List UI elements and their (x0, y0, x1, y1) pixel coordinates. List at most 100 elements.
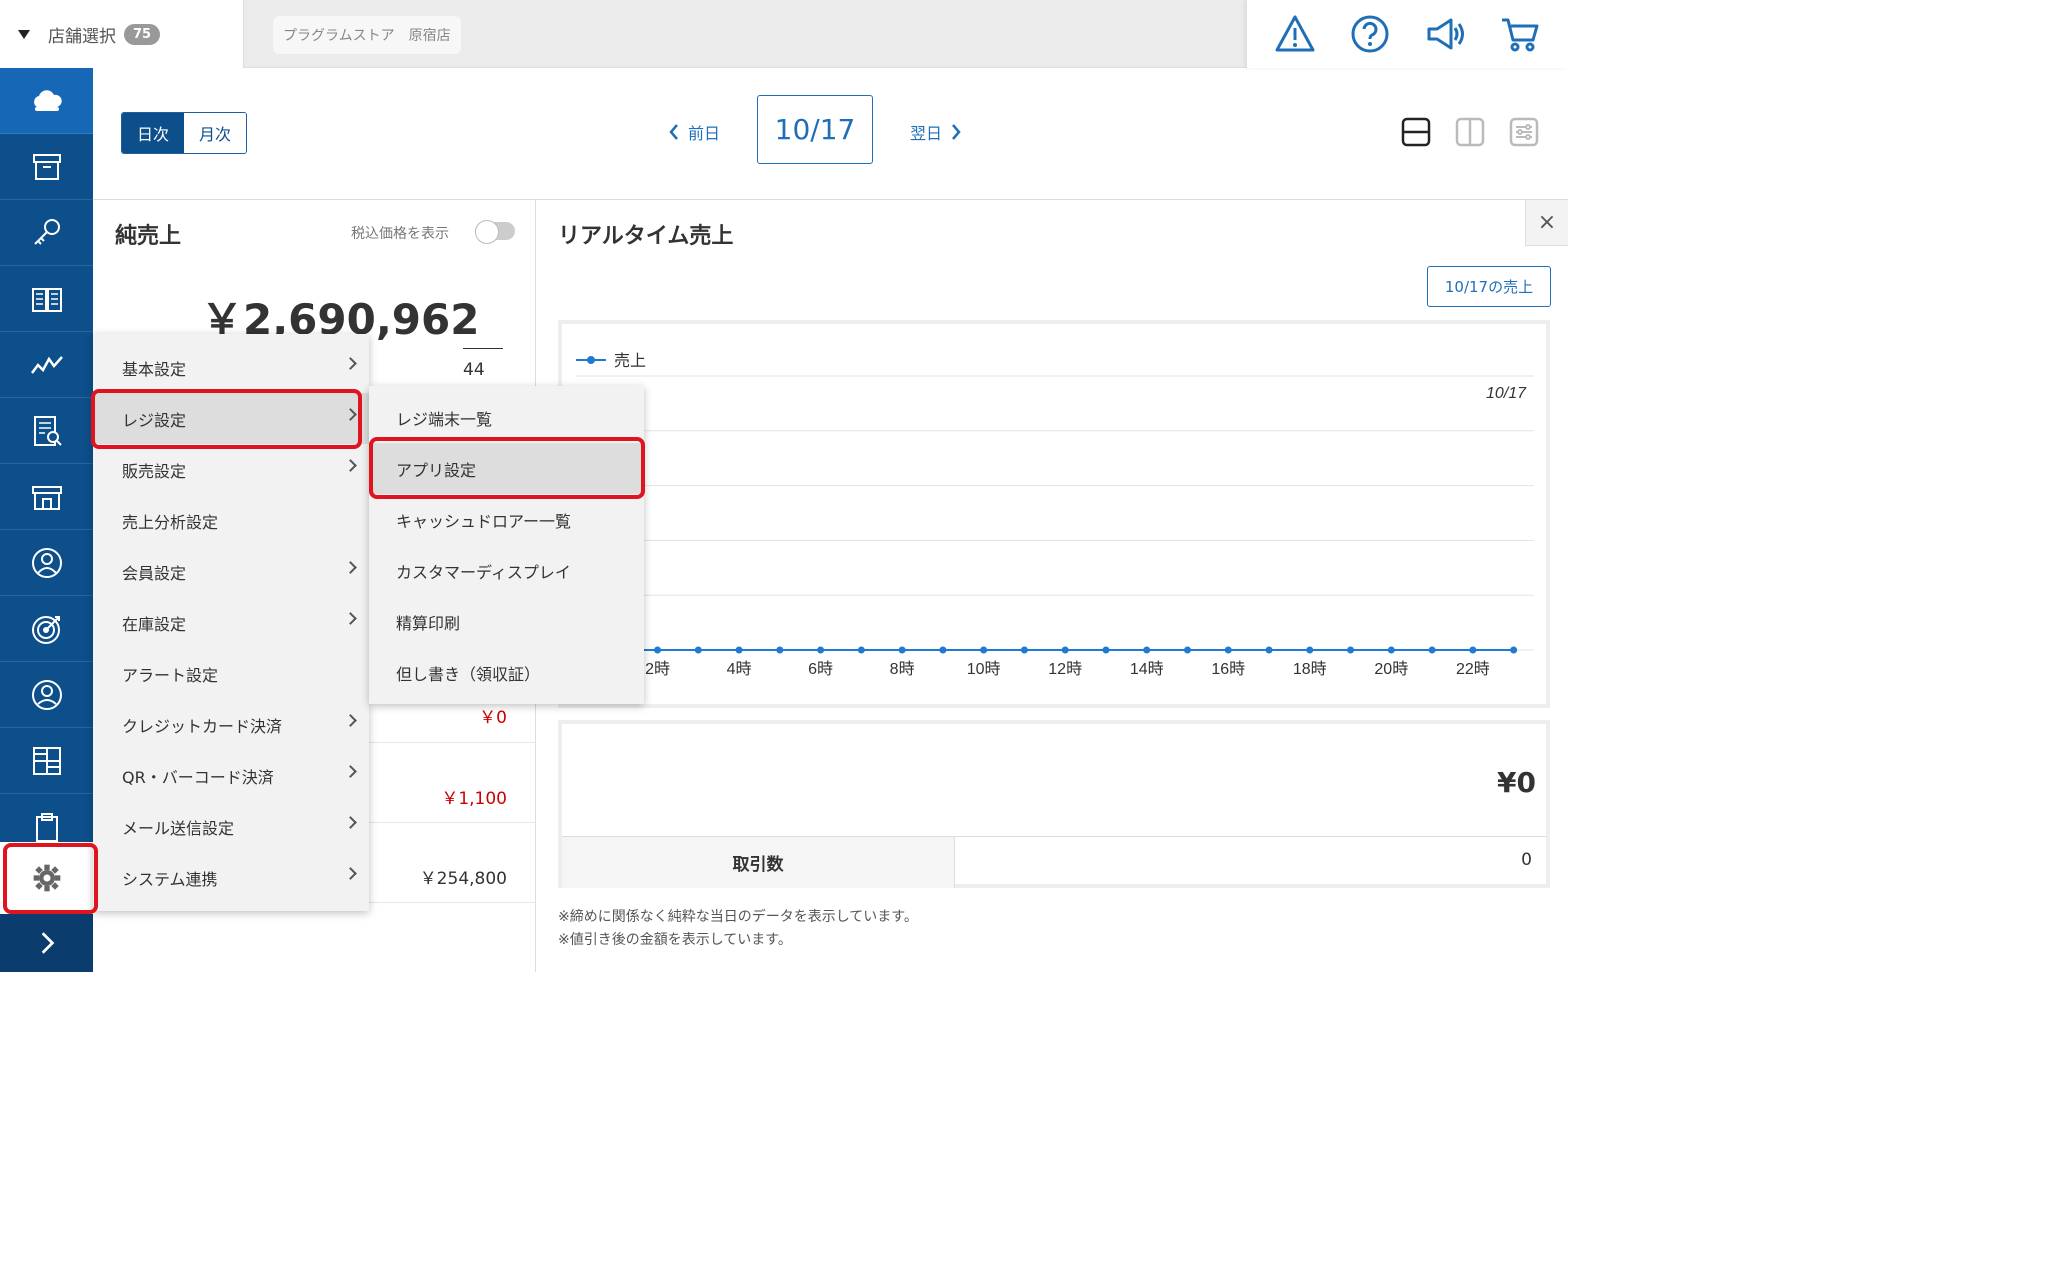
legend-label[interactable]: 売上 (614, 352, 646, 370)
data-point[interactable] (1387, 646, 1395, 654)
filter-settings-icon[interactable] (1508, 116, 1540, 148)
tab-monthly[interactable]: 月次 (184, 113, 246, 153)
x-tick-label: 8時 (890, 660, 915, 678)
current-date[interactable]: 10/17 (757, 95, 873, 164)
sidebar-item-store[interactable] (0, 464, 93, 530)
cart-icon[interactable] (1498, 12, 1542, 56)
menu-item-inventory-settings[interactable]: 在庫設定 (93, 597, 369, 648)
data-point[interactable] (1510, 646, 1518, 654)
prev-day-button[interactable]: 前日 (668, 120, 720, 144)
menu-item-member-settings[interactable]: 会員設定 (93, 546, 369, 597)
data-point[interactable] (939, 646, 947, 654)
data-point[interactable] (654, 646, 662, 654)
data-point[interactable] (980, 646, 988, 654)
menu-item-label: 会員設定 (122, 563, 187, 583)
menu-item-sales-analysis-settings[interactable]: 売上分析設定 (93, 495, 369, 546)
summary-amount: ¥0 (1497, 766, 1536, 799)
data-point[interactable] (1428, 646, 1436, 654)
data-point[interactable] (1265, 646, 1273, 654)
row-value-3: ￥254,800 (419, 869, 507, 889)
data-point[interactable] (1347, 646, 1355, 654)
realtime-sales-chart: 売上 10/17 2時 4時 6時 8時 10時 12時 14時 16時 18時 20時 22時 (558, 320, 1550, 708)
sidebar-item-analytics[interactable] (0, 332, 93, 398)
archive-box-icon (32, 153, 61, 180)
data-point[interactable] (735, 646, 743, 654)
menu-item-credit-card[interactable]: クレジットカード決済 (93, 699, 369, 750)
megaphone-icon[interactable] (1423, 12, 1467, 56)
chevron-left-icon (669, 124, 678, 140)
store-select-label: 店舗選択 (48, 26, 116, 47)
menu-item-sales-settings[interactable]: 販売設定 (93, 444, 369, 495)
sidebar-item-staff[interactable] (0, 530, 93, 596)
data-point[interactable] (1183, 646, 1191, 654)
chevron-right-icon (344, 714, 357, 727)
menu-item-qr-barcode[interactable]: QR・バーコード決済 (93, 750, 369, 801)
menu-item-label: システム連携 (122, 869, 218, 889)
x-tick-label: 2時 (645, 660, 670, 678)
data-point[interactable] (817, 646, 825, 654)
x-tick-label: 10時 (967, 660, 1001, 678)
net-sales-title: 純売上 (115, 224, 182, 249)
tab-daily[interactable]: 日次 (122, 113, 184, 153)
chevron-right-icon (41, 932, 54, 954)
sidebar-expand-button[interactable] (0, 914, 93, 972)
layout-rows-icon[interactable] (1400, 116, 1432, 148)
menu-item-email-settings[interactable]: メール送信設定 (93, 801, 369, 852)
data-point[interactable] (776, 646, 784, 654)
data-point[interactable] (1020, 646, 1028, 654)
submenu-item-register-list[interactable]: レジ端末一覧 (369, 392, 644, 443)
submenu-item-cash-drawer-list[interactable]: キャッシュドロアー一覧 (369, 494, 644, 545)
prev-day-label: 前日 (688, 124, 721, 143)
menu-item-alert-settings[interactable]: アラート設定 (93, 648, 369, 699)
close-button[interactable]: × (1525, 200, 1568, 246)
data-point[interactable] (857, 646, 865, 654)
data-point[interactable] (1143, 646, 1151, 654)
highlight-settings-button (3, 843, 98, 914)
sidebar-item-cloud[interactable] (0, 68, 93, 134)
data-point[interactable] (1469, 646, 1477, 654)
tax-toggle[interactable] (475, 220, 515, 244)
amount-underline (463, 348, 503, 349)
submenu-item-customer-display[interactable]: カスタマーディスプレイ (369, 545, 644, 596)
menu-item-basic-settings[interactable]: 基本設定 (93, 342, 369, 393)
store-select[interactable]: 店舗選択 75 (0, 0, 244, 68)
data-point[interactable] (694, 646, 702, 654)
sidebar-item-target[interactable] (0, 596, 93, 662)
staff-icon (31, 547, 62, 578)
data-point[interactable] (1224, 646, 1232, 654)
menu-item-system-integration[interactable]: システム連携 (93, 852, 369, 903)
daily-sales-button[interactable]: 10/17の売上 (1427, 266, 1551, 307)
data-point[interactable] (898, 646, 906, 654)
book-icon (31, 287, 62, 312)
grid-icon (32, 746, 61, 775)
chevron-right-icon (344, 357, 357, 370)
layout-columns-icon[interactable] (1454, 116, 1486, 148)
chevron-right-icon (952, 124, 961, 140)
store-count-badge: 75 (124, 23, 161, 45)
submenu-item-receipt-proviso[interactable]: 但し書き（領収証） (369, 647, 644, 698)
highlight-register-settings (91, 389, 362, 449)
x-tick-label: 6時 (808, 660, 833, 678)
sidebar-item-member[interactable] (0, 662, 93, 728)
transaction-count-value: 0 (1521, 850, 1532, 870)
next-day-button[interactable]: 翌日 (910, 120, 962, 144)
alert-icon[interactable] (1273, 12, 1317, 56)
summary-box: ¥0 取引数 0 (558, 720, 1550, 888)
sidebar-item-inventory[interactable] (0, 728, 93, 794)
data-point[interactable] (1102, 646, 1110, 654)
sidebar-item-book[interactable] (0, 266, 93, 332)
sidebar-item-report[interactable] (0, 398, 93, 464)
transaction-count-label: 取引数 (562, 837, 955, 888)
chevron-right-icon (344, 612, 357, 625)
x-tick-label: 14時 (1130, 660, 1164, 678)
submenu-item-settlement-print[interactable]: 精算印刷 (369, 596, 644, 647)
sidebar-item-box[interactable] (0, 134, 93, 200)
sidebar-item-key[interactable] (0, 200, 93, 266)
help-icon[interactable] (1348, 12, 1392, 56)
x-tick-label: 16時 (1211, 660, 1245, 678)
chevron-right-icon (344, 765, 357, 778)
highlight-app-settings (369, 437, 645, 499)
data-point[interactable] (1061, 646, 1069, 654)
menu-item-label: クレジットカード決済 (122, 716, 283, 736)
data-point[interactable] (1306, 646, 1314, 654)
